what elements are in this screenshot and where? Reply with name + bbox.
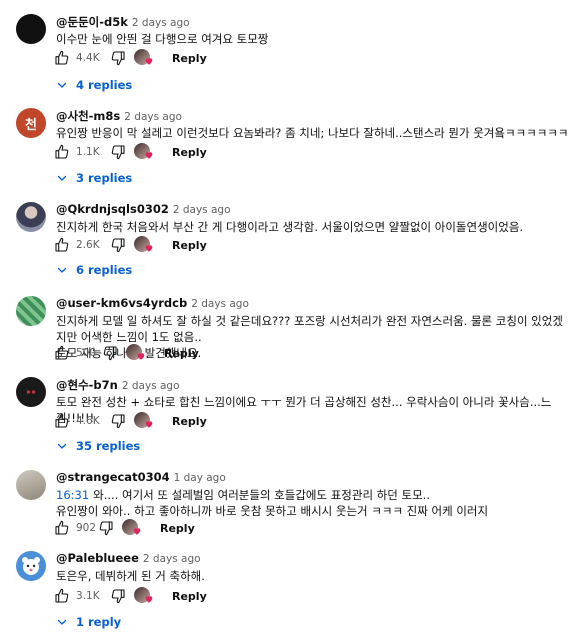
bear-icon: [22, 557, 40, 575]
creator-heart-icon: [126, 344, 148, 362]
like-count: 4.4K: [76, 52, 100, 64]
comment-text-line: 16:31 와.... 여기서 또 설레벌임 여러분들의 호들갑에도 표정관리 하…: [56, 488, 430, 502]
comment-text-line: 진지하게 모델 일 하셔도 잘 하실 것 같은데요??? 포즈랑 시선처리가 완…: [56, 314, 563, 344]
comment-text: 진지하게 한국 처음와서 부산 간 게 다행이라고 생각함. 서울이었으면 얄짤…: [56, 220, 524, 234]
creator-heart-icon: [134, 49, 156, 67]
replies-count: 4 replies: [76, 78, 133, 92]
comment-actions: 2.6K Reply: [54, 234, 207, 256]
like-icon[interactable]: [54, 237, 70, 253]
creator-heart-icon: [122, 519, 144, 537]
author-name[interactable]: @user-km6vs4yrdcb: [56, 296, 187, 310]
comment-actions: 4.4K Reply: [54, 47, 207, 69]
like-count: 2.6K: [76, 239, 100, 251]
comment-actions: 902 Reply: [54, 517, 195, 539]
comment-actions: 3.1K Reply: [54, 585, 207, 607]
creator-heart-icon: [134, 412, 156, 430]
avatar[interactable]: [16, 377, 46, 407]
replies-count: 35 replies: [76, 439, 141, 453]
reply-button[interactable]: Reply: [172, 590, 207, 603]
comment-header: @strangecat0304 1 day ago: [56, 470, 226, 486]
comment-time[interactable]: 1 day ago: [174, 472, 226, 484]
comment-text: 토은우, 데뷔하게 된 거 축하해.: [56, 569, 205, 583]
chevron-down-icon: [57, 82, 67, 88]
reply-button[interactable]: Reply: [160, 522, 195, 535]
dislike-icon[interactable]: [110, 144, 126, 160]
reply-button[interactable]: Reply: [172, 52, 207, 65]
avatar[interactable]: [16, 551, 46, 581]
like-icon[interactable]: [54, 50, 70, 66]
avatar[interactable]: [16, 14, 46, 44]
view-replies-button[interactable]: 4 replies: [56, 75, 132, 95]
like-count: 500: [76, 347, 97, 359]
author-name[interactable]: @사천-m8s: [56, 108, 120, 124]
comment-header: @둔둔이-d5k 2 days ago: [56, 14, 190, 30]
like-icon[interactable]: [54, 588, 70, 604]
comment-header: @Paleblueee 2 days ago: [56, 551, 201, 567]
comment-text: 이수만 눈에 안띈 걸 다행으로 여겨요 토모짱: [56, 32, 269, 46]
creator-heart-icon: [134, 236, 156, 254]
view-replies-button[interactable]: 3 replies: [56, 168, 132, 188]
author-name[interactable]: @Paleblueee: [56, 551, 139, 565]
replies-count: 3 replies: [76, 171, 133, 185]
avatar[interactable]: 천: [16, 108, 46, 138]
avatar[interactable]: [16, 202, 46, 232]
avatar[interactable]: [16, 470, 46, 500]
view-replies-button[interactable]: 1 reply: [56, 612, 121, 632]
reply-button[interactable]: Reply: [164, 347, 199, 360]
dislike-icon[interactable]: [110, 50, 126, 66]
comment-actions: 4.6K Reply: [54, 410, 207, 432]
comment-header: @현수-b7n 2 days ago: [56, 377, 180, 393]
author-name[interactable]: @현수-b7n: [56, 377, 118, 393]
chevron-down-icon: [57, 175, 67, 181]
like-icon[interactable]: [54, 413, 70, 429]
chevron-down-icon: [57, 443, 67, 449]
comment-text: 유인짱 반응이 막 설레고 이런것보다 요놈봐라? 좀 치네; 나보다 잘하네.…: [56, 126, 569, 140]
like-count: 4.6K: [76, 415, 100, 427]
dislike-icon[interactable]: [98, 520, 114, 536]
comments-section: @둔둔이-d5k 2 days ago 이수만 눈에 안띈 걸 다행으로 여겨요…: [0, 0, 579, 640]
chevron-down-icon: [57, 267, 67, 273]
cat-icon: [26, 390, 36, 394]
author-name[interactable]: @Qkrdnjsqls0302: [56, 202, 169, 216]
reply-button[interactable]: Reply: [172, 146, 207, 159]
comment-time[interactable]: 2 days ago: [132, 17, 190, 29]
like-count: 3.1K: [76, 590, 100, 602]
comment-actions: 500 Reply: [54, 342, 199, 364]
comment-header: @사천-m8s 2 days ago: [56, 108, 182, 124]
avatar[interactable]: [16, 296, 46, 326]
comment-header: @user-km6vs4yrdcb 2 days ago: [56, 296, 249, 312]
dislike-icon[interactable]: [110, 588, 126, 604]
view-replies-button[interactable]: 35 replies: [56, 436, 140, 456]
like-count: 902: [76, 522, 97, 534]
chevron-down-icon: [57, 619, 67, 625]
dislike-icon[interactable]: [102, 345, 118, 361]
comment-time[interactable]: 2 days ago: [122, 380, 180, 392]
dislike-icon[interactable]: [110, 413, 126, 429]
comment-header: @Qkrdnjsqls0302 2 days ago: [56, 202, 231, 218]
creator-heart-icon: [134, 143, 156, 161]
like-icon[interactable]: [54, 144, 70, 160]
like-count: 1.1K: [76, 146, 100, 158]
comment-time[interactable]: 2 days ago: [173, 204, 231, 216]
creator-heart-icon: [134, 587, 156, 605]
reply-button[interactable]: Reply: [172, 239, 207, 252]
comment-actions: 1.1K Reply: [54, 141, 207, 163]
comment-text: 16:31 와.... 여기서 또 설레벌임 여러분들의 호들갑에도 표정관리 하…: [56, 487, 571, 519]
like-icon[interactable]: [54, 520, 70, 536]
author-name[interactable]: @strangecat0304: [56, 470, 170, 484]
replies-count: 6 replies: [76, 263, 133, 277]
replies-count: 1 reply: [76, 615, 122, 629]
comment-time[interactable]: 2 days ago: [143, 553, 201, 565]
view-replies-button[interactable]: 6 replies: [56, 260, 132, 280]
dislike-icon[interactable]: [110, 237, 126, 253]
avatar-letter: 천: [25, 117, 37, 133]
comment-time[interactable]: 2 days ago: [124, 111, 182, 123]
author-name[interactable]: @둔둔이-d5k: [56, 14, 128, 30]
reply-button[interactable]: Reply: [172, 415, 207, 428]
like-icon[interactable]: [54, 345, 70, 361]
video-timestamp-link[interactable]: 16:31: [56, 488, 89, 502]
comment-time[interactable]: 2 days ago: [191, 298, 249, 310]
